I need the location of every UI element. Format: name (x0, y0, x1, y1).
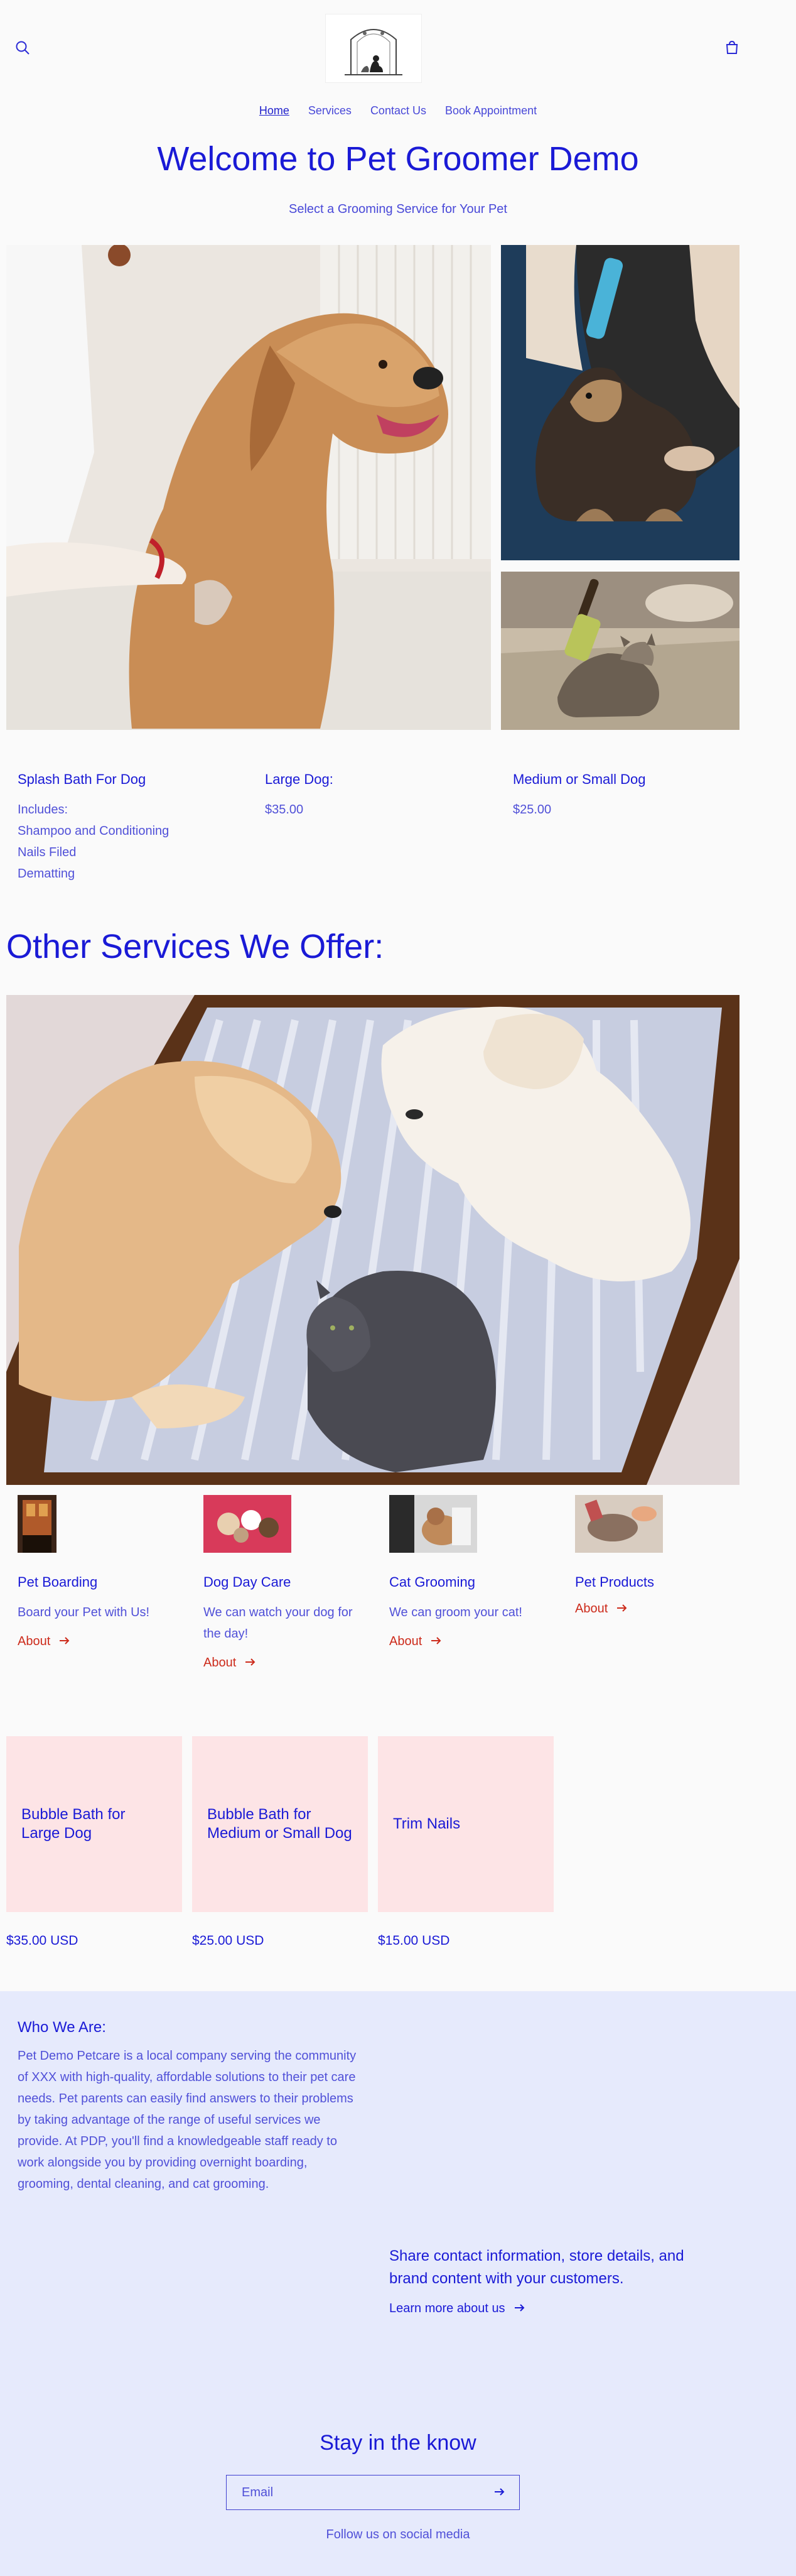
card-title: Cat Grooming (389, 1574, 475, 1590)
pet-products-thumbnail (575, 1495, 745, 1553)
service-card: Pet Products About (575, 1495, 745, 1616)
email-field (226, 2475, 520, 2510)
yorkie-grooming-image (501, 245, 740, 560)
search-icon[interactable] (11, 36, 34, 59)
main-nav: Home Services Contact Us Book Appointmen… (0, 104, 796, 117)
submit-arrow-icon[interactable] (494, 2486, 505, 2500)
cat-brushing-image (501, 572, 740, 730)
follow-social-text: Follow us on social media (326, 2528, 470, 2541)
product-card[interactable]: Bubble Bath for Large Dog $35.00 USD (6, 1736, 182, 1948)
pet-boarding-thumbnail (18, 1495, 187, 1553)
pets-on-bed-image (6, 995, 740, 1485)
product-price: $25.00 USD (192, 1933, 264, 1948)
arrow-right-icon (514, 2302, 525, 2316)
about-link[interactable]: About (389, 1634, 559, 1649)
service-price: $25.00 (513, 803, 552, 817)
service-card: Pet Boarding Board your Pet with Us! Abo… (18, 1495, 187, 1649)
dog-day-care-thumbnail (203, 1495, 373, 1553)
about-link-label: About (389, 1634, 422, 1648)
page-title: Welcome to Pet Groomer Demo (157, 140, 639, 178)
service-title: Splash Bath For Dog (18, 771, 146, 787)
nav-home[interactable]: Home (259, 104, 289, 117)
product-tile[interactable]: Bubble Bath for Medium or Small Dog (192, 1736, 368, 1912)
service-title: Medium or Small Dog (513, 771, 646, 787)
card-title: Pet Products (575, 1574, 654, 1590)
service-details: Includes: Shampoo and Conditioning Nails… (18, 803, 169, 881)
other-services-heading: Other Services We Offer: (6, 928, 384, 965)
service-card: Cat Grooming We can groom your cat! Abou… (389, 1495, 559, 1649)
about-body: Pet Demo Petcare is a local company serv… (18, 2049, 357, 2191)
product-card[interactable]: Bubble Bath for Medium or Small Dog $25.… (192, 1736, 368, 1948)
email-input[interactable] (240, 2484, 494, 2501)
service-price: $35.00 (265, 803, 304, 817)
service-column: Splash Bath For Dog Includes: Shampoo an… (18, 771, 244, 884)
logo[interactable] (325, 14, 422, 83)
card-description: We can groom your cat! (389, 1606, 522, 1619)
card-title: Dog Day Care (203, 1574, 291, 1590)
service-column: Large Dog: $35.00 (265, 771, 491, 820)
nav-services[interactable]: Services (308, 104, 352, 117)
learn-more-link[interactable]: Learn more about us (389, 2302, 525, 2316)
nav-book-appointment[interactable]: Book Appointment (445, 104, 537, 117)
arrow-right-icon (431, 1634, 442, 1649)
hero-dog-bath-image (6, 245, 491, 730)
product-price: $15.00 USD (378, 1933, 450, 1948)
service-column: Medium or Small Dog $25.00 (513, 771, 739, 820)
about-link[interactable]: About (18, 1634, 187, 1649)
about-heading: Who We Are: (18, 2019, 106, 2036)
about-link[interactable]: About (203, 1656, 373, 1670)
service-card: Dog Day Care We can watch your dog for t… (203, 1495, 373, 1670)
product-tile[interactable]: Trim Nails (378, 1736, 554, 1912)
page-subtitle: Select a Grooming Service for Your Pet (289, 202, 507, 216)
about-link[interactable]: About (575, 1602, 745, 1616)
cart-icon[interactable] (721, 36, 743, 59)
about-link-label: About (203, 1656, 237, 1670)
share-text: Share contact information, store details… (389, 2247, 684, 2287)
cat-grooming-thumbnail (389, 1495, 559, 1553)
product-price: $35.00 USD (6, 1933, 78, 1948)
newsletter-heading: Stay in the know (320, 2431, 476, 2455)
nav-contact[interactable]: Contact Us (370, 104, 426, 117)
about-link-label: About (575, 1602, 608, 1616)
about-link-label: About (18, 1634, 51, 1648)
learn-more-label: Learn more about us (389, 2302, 505, 2315)
product-tile[interactable]: Bubble Bath for Large Dog (6, 1736, 182, 1912)
arrow-right-icon (616, 1602, 628, 1616)
card-description: We can watch your dog for the day! (203, 1606, 353, 1641)
service-title: Large Dog: (265, 771, 333, 787)
card-description: Board your Pet with Us! (18, 1606, 150, 1619)
product-card[interactable]: Trim Nails $15.00 USD (378, 1736, 554, 1948)
card-title: Pet Boarding (18, 1574, 98, 1590)
arrow-right-icon (59, 1634, 70, 1649)
arrow-right-icon (245, 1656, 256, 1670)
site-header (0, 0, 796, 94)
